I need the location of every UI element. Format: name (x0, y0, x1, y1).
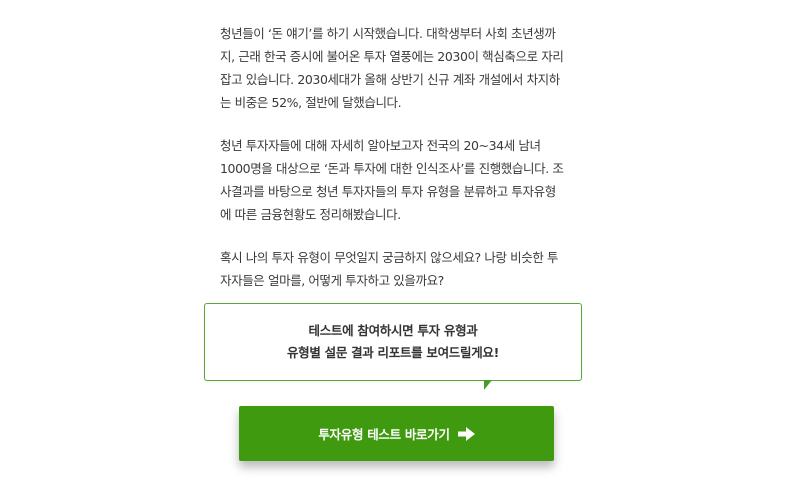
speech-bubble-tail (484, 380, 492, 390)
text-line: 청년들이 ‘돈 얘기’를 하기 시작했습니다. 대학생부터 사회 초년생까 (220, 26, 556, 41)
text-line: 혹시 나의 투자 유형이 무엇일지 궁금하지 않으세요? 나랑 비슷한 투 (220, 250, 559, 265)
bubble-text-line-1: 테스트에 참여하시면 투자 유형과 (308, 323, 478, 338)
speech-bubble: 테스트에 참여하시면 투자 유형과 유형별 설문 결과 리포트를 보여드릴게요! (204, 303, 582, 381)
text-line: 지, 근래 한국 증시에 불어온 투자 열풍에는 2030이 핵심축으로 자리 (220, 49, 564, 64)
investment-type-test-button[interactable]: 투자유형 테스트 바로가기 (239, 406, 554, 461)
question-paragraph: 혹시 나의 투자 유형이 무엇일지 궁금하지 않으세요? 나랑 비슷한 투 자자… (220, 246, 584, 292)
survey-paragraph: 청년 투자자들에 대해 자세히 알아보고자 전국의 20~34세 남녀 1000… (220, 134, 584, 226)
arrow-right-icon (457, 426, 475, 441)
intro-paragraph: 청년들이 ‘돈 얘기’를 하기 시작했습니다. 대학생부터 사회 초년생까 지,… (220, 22, 584, 114)
text-line: 1000명을 대상으로 ‘돈과 투자에 대한 인식조사’를 진행했습니다. 조 (220, 161, 564, 176)
text-line: 는 비중은 52%, 절반에 달했습니다. (220, 95, 402, 110)
article-body: 청년들이 ‘돈 얘기’를 하기 시작했습니다. 대학생부터 사회 초년생까 지,… (220, 22, 584, 312)
text-line: 사결과를 바탕으로 청년 투자자들의 투자 유형을 분류하고 투자유형 (220, 184, 556, 199)
text-line: 청년 투자자들에 대해 자세히 알아보고자 전국의 20~34세 남녀 (220, 138, 541, 153)
cta-label: 투자유형 테스트 바로가기 (318, 427, 450, 442)
bubble-text-line-2: 유형별 설문 결과 리포트를 보여드릴게요! (286, 345, 499, 360)
text-line: 잡고 있습니다. 2030세대가 올해 상반기 신규 계좌 개설에서 차지하 (220, 72, 560, 87)
text-line: 자자들은 얼마를, 어떻게 투자하고 있을까요? (220, 273, 444, 288)
text-line: 에 따른 금융현황도 정리해봤습니다. (220, 207, 401, 222)
